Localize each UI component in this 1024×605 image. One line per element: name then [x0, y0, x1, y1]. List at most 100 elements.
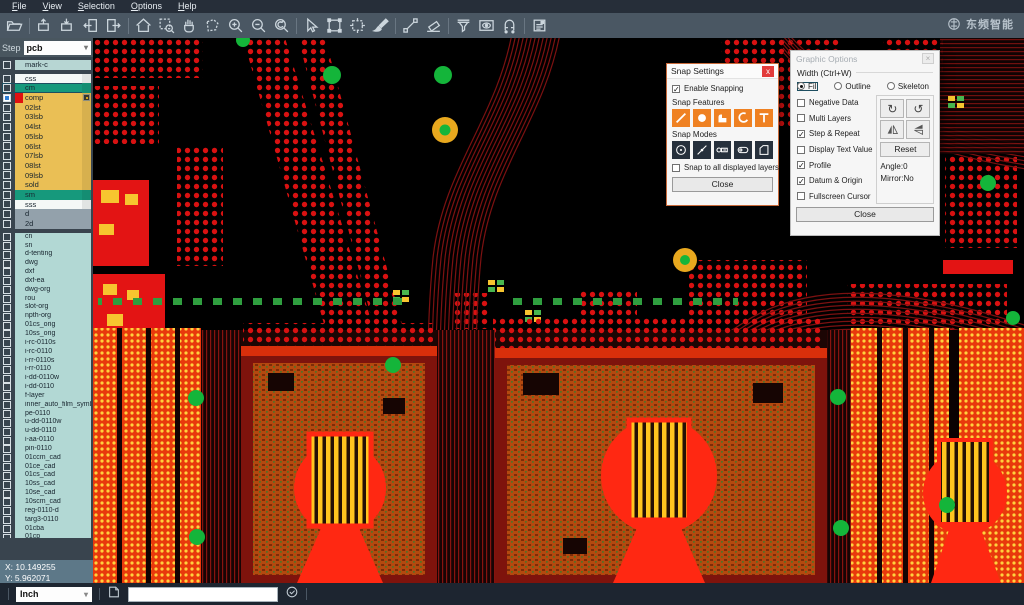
snap-slot-button[interactable]: [734, 141, 752, 159]
layer-row[interactable]: 04lst: [2, 122, 91, 132]
layer-row[interactable]: d-tenting: [2, 250, 91, 259]
layer-color-swatch[interactable]: [15, 348, 23, 357]
page-out-button[interactable]: [102, 15, 125, 37]
layer-row[interactable]: i-aa-0110: [2, 436, 91, 445]
layer-row[interactable]: 03lsb: [2, 112, 91, 122]
layer-row[interactable]: reg-0110-d: [2, 507, 91, 516]
layer-visibility-checkbox[interactable]: [3, 94, 11, 102]
layer-row[interactable]: i-dd-0110w: [2, 374, 91, 383]
layer-color-swatch[interactable]: [15, 83, 23, 93]
layer-row[interactable]: 01cp: [2, 533, 91, 538]
layer-visibility-checkbox[interactable]: [3, 104, 11, 112]
radio-dot[interactable]: [887, 82, 895, 90]
layer-color-swatch[interactable]: [15, 74, 23, 84]
layer-color-swatch[interactable]: [15, 507, 23, 516]
layer-visibility-checkbox[interactable]: [3, 348, 11, 356]
checkbox-box[interactable]: [797, 192, 805, 200]
layer-color-swatch[interactable]: [15, 321, 23, 330]
layer-color-swatch[interactable]: [15, 200, 23, 210]
export-file-button[interactable]: [56, 15, 79, 37]
layer-visibility-checkbox[interactable]: [3, 490, 11, 498]
layer-row[interactable]: dwg: [2, 259, 91, 268]
snap-text-button[interactable]: [755, 109, 773, 127]
layer-visibility-checkbox[interactable]: [3, 401, 11, 409]
layer-row[interactable]: 01cba: [2, 525, 91, 534]
checkbox-box[interactable]: [797, 114, 805, 122]
checkbox-box[interactable]: [797, 177, 805, 185]
layer-color-swatch[interactable]: [15, 427, 23, 436]
dialog-checkbox-row[interactable]: Display Text Value: [797, 142, 872, 158]
layer-visibility-checkbox[interactable]: [3, 392, 11, 400]
layer-color-swatch[interactable]: [15, 303, 23, 312]
select-arrow-button[interactable]: [300, 15, 323, 37]
close-icon[interactable]: ×: [922, 53, 934, 64]
checkbox-box[interactable]: [797, 161, 805, 169]
layer-visibility-checkbox[interactable]: [3, 220, 11, 228]
layer-color-swatch[interactable]: [15, 312, 23, 321]
snap-close-button[interactable]: Close: [672, 177, 773, 192]
layer-visibility-checkbox[interactable]: [3, 454, 11, 462]
layer-row[interactable]: 10scm_cad: [2, 498, 91, 507]
apply-circle-icon[interactable]: [285, 585, 299, 604]
layer-visibility-checkbox[interactable]: [3, 472, 11, 480]
layer-row[interactable]: cn: [2, 233, 91, 242]
eraser-button[interactable]: [422, 15, 445, 37]
layer-row[interactable]: 09lsb: [2, 171, 91, 181]
layer-visibility-checkbox[interactable]: [3, 507, 11, 515]
page-in-button[interactable]: [79, 15, 102, 37]
dialog-checkbox-row[interactable]: Negative Data: [797, 95, 872, 111]
layer-color-swatch[interactable]: [15, 171, 23, 181]
layer-row[interactable]: sn: [2, 242, 91, 251]
layer-color-swatch[interactable]: [15, 93, 23, 103]
layer-color-swatch[interactable]: [15, 489, 23, 498]
rotate-ccw-button[interactable]: ↺: [906, 99, 930, 118]
layer-visibility-checkbox[interactable]: [3, 191, 11, 199]
layer-color-swatch[interactable]: [15, 233, 23, 242]
layer-color-swatch[interactable]: [15, 209, 23, 219]
snap-magnet-button[interactable]: [498, 15, 521, 37]
measure-line-button[interactable]: [399, 15, 422, 37]
script-page-icon[interactable]: [107, 585, 121, 604]
layer-row[interactable]: rou: [2, 295, 91, 304]
layer-row[interactable]: 01cs_orig: [2, 321, 91, 330]
layer-visibility-checkbox[interactable]: [3, 286, 11, 294]
layer-visibility-checkbox[interactable]: [3, 233, 11, 241]
layer-color-swatch[interactable]: [15, 330, 23, 339]
layer-color-swatch[interactable]: [15, 480, 23, 489]
snap-contour-button[interactable]: [755, 141, 773, 159]
layer-color-swatch[interactable]: [15, 383, 23, 392]
layer-visibility-checkbox[interactable]: [3, 171, 11, 179]
checkbox-box[interactable]: [797, 146, 805, 154]
layer-visibility-checkbox[interactable]: [3, 357, 11, 365]
snap-all-layers-checkbox[interactable]: Snap to all displayed layers: [672, 161, 773, 174]
layer-color-swatch[interactable]: [15, 219, 23, 229]
layer-visibility-checkbox[interactable]: [3, 152, 11, 160]
layer-row[interactable]: targ3-0110: [2, 516, 91, 525]
select-transform-button[interactable]: [346, 15, 369, 37]
layer-visibility-checkbox[interactable]: [3, 304, 11, 312]
layer-color-swatch[interactable]: [15, 533, 23, 538]
dialog-radio[interactable]: Fill: [797, 82, 818, 91]
layer-color-swatch[interactable]: [15, 357, 23, 366]
pan-hand-button[interactable]: [178, 15, 201, 37]
layer-visibility-checkbox[interactable]: [3, 113, 11, 121]
layer-color-swatch[interactable]: [15, 132, 23, 142]
snap-arc-button[interactable]: [734, 109, 752, 127]
layer-row[interactable]: sold: [2, 180, 91, 190]
menu-item[interactable]: Options: [123, 0, 170, 13]
layer-color-swatch[interactable]: [15, 286, 23, 295]
layer-row[interactable]: pin-0110: [2, 445, 91, 454]
layer-row[interactable]: i-dd-0110: [2, 383, 91, 392]
layer-color-swatch[interactable]: [15, 250, 23, 259]
dialog-radio[interactable]: Skeleton: [887, 82, 929, 91]
layer-visibility-checkbox[interactable]: [3, 330, 11, 338]
layer-visibility-checkbox[interactable]: [3, 383, 11, 391]
paint-brush-button[interactable]: [369, 15, 392, 37]
layer-visibility-checkbox[interactable]: [3, 162, 11, 170]
open-folder-button[interactable]: [3, 15, 26, 37]
layer-visibility-checkbox[interactable]: [3, 463, 11, 471]
layer-color-swatch[interactable]: [15, 339, 23, 348]
layer-row[interactable]: 05lsb: [2, 132, 91, 142]
reset-button[interactable]: Reset: [880, 142, 930, 157]
unit-select[interactable]: Inch ▾: [16, 587, 92, 602]
